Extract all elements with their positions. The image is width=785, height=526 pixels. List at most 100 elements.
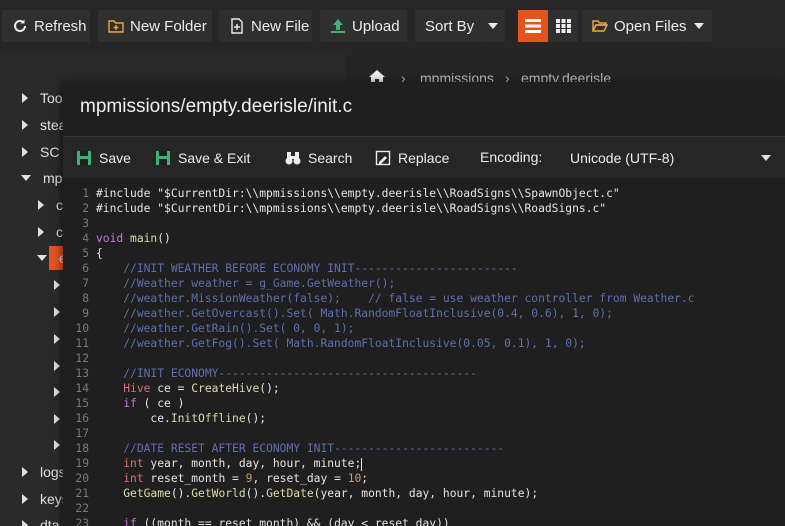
chevron-right-icon: [38, 227, 44, 237]
refresh-button[interactable]: Refresh: [2, 10, 90, 42]
new-file-button[interactable]: New File: [219, 10, 312, 42]
chevron-right-icon: [38, 200, 44, 210]
editor-modal: mpmissions/empty.deerisle/init.c Save Sa…: [63, 82, 785, 526]
code-line[interactable]: 5{: [63, 246, 785, 261]
code-line[interactable]: 17: [63, 426, 785, 441]
code-line[interactable]: 20 int reset_month = 9, reset_day = 10;: [63, 471, 785, 486]
open-files-button[interactable]: Open Files: [582, 10, 687, 42]
folder-open-icon: [592, 18, 608, 34]
sort-by-button[interactable]: Sort By: [415, 10, 481, 42]
refresh-label: Refresh: [34, 17, 87, 35]
new-folder-label: New Folder: [130, 17, 207, 35]
code-line[interactable]: 6 //INIT WEATHER BEFORE ECONOMY INIT----…: [63, 261, 785, 276]
line-number: 7: [82, 277, 89, 290]
code-line[interactable]: 23 if ((month == reset_month) && (day < …: [63, 516, 785, 526]
top-toolbar: Refresh New Folder New File Upload Sort …: [0, 0, 785, 52]
code-editor[interactable]: 1 #include "$CurrentDir:\\mpmissions\\emp…: [63, 186, 785, 526]
new-file-label: New File: [251, 17, 310, 35]
line-text: {: [96, 247, 103, 260]
tree-item[interactable]: logs: [22, 462, 66, 482]
encoding-select[interactable]: Unicode (UTF-8): [563, 143, 779, 173]
line-number: 17: [75, 427, 89, 440]
line-number: 22: [75, 502, 89, 515]
line-number: 8: [82, 292, 89, 305]
line-number: 6: [82, 262, 89, 275]
chevron-right-icon: [54, 414, 60, 424]
chevron-right-icon: [54, 440, 60, 450]
chevron-right-icon: [22, 494, 28, 504]
line-text: //weather.MissionWeather(false); // fals…: [123, 292, 695, 305]
encoding-value: Unicode (UTF-8): [570, 150, 675, 166]
binoculars-icon: [285, 150, 301, 166]
line-text: #include "$CurrentDir:\\mpmissions\\empt…: [96, 202, 607, 215]
chevron-right-icon: [54, 307, 60, 317]
chevron-right-icon: [22, 120, 28, 130]
save-icon: [155, 150, 171, 166]
save-icon: [76, 150, 92, 166]
line-text: int year, month, day, hour, minute;: [123, 457, 363, 471]
open-files-label: Open Files: [614, 17, 687, 35]
tree-item[interactable]: stea: [22, 115, 66, 135]
folder-plus-icon: [108, 18, 124, 34]
upload-button[interactable]: Upload: [320, 10, 407, 42]
code-line[interactable]: 7 //Weather weather = g_Game.GetWeather(…: [63, 276, 785, 291]
code-line[interactable]: 11 //weather.GetFog().Set( Math.RandomFl…: [63, 336, 785, 351]
line-text: //Weather weather = g_Game.GetWeather();: [123, 277, 396, 290]
code-line[interactable]: 2 #include "$CurrentDir:\\mpmissions\\emp…: [63, 201, 785, 216]
open-files-dropdown[interactable]: [686, 10, 712, 42]
new-folder-button[interactable]: New Folder: [98, 10, 212, 42]
line-text: //weather.GetOvercast().Set( Math.Random…: [123, 307, 613, 320]
code-line[interactable]: 12: [63, 351, 785, 366]
line-number: 14: [75, 382, 89, 395]
code-line[interactable]: 8 //weather.MissionWeather(false); // fa…: [63, 291, 785, 306]
tree-item-label: c: [56, 224, 63, 240]
tree-item[interactable]: c: [38, 222, 63, 242]
replace-label: Replace: [398, 150, 450, 166]
code-line[interactable]: 19 int year, month, day, hour, minute;: [63, 456, 785, 471]
line-number: 15: [75, 397, 89, 410]
line-number: 20: [75, 472, 89, 485]
replace-button[interactable]: Replace: [375, 146, 449, 170]
chevron-right-icon: [54, 387, 60, 397]
code-line[interactable]: 1 #include "$CurrentDir:\\mpmissions\\emp…: [63, 186, 785, 201]
code-line[interactable]: 16 ce.InitOffline();: [63, 411, 785, 426]
sort-by-dropdown[interactable]: [481, 10, 505, 42]
line-number: 18: [75, 442, 89, 455]
code-line[interactable]: 21 GetGame().GetWorld().GetDate(year, mo…: [63, 486, 785, 501]
code-line[interactable]: 3: [63, 216, 785, 231]
line-text: //INIT ECONOMY--------------------------…: [123, 367, 477, 380]
code-line[interactable]: 9 //weather.GetOvercast().Set( Math.Rand…: [63, 306, 785, 321]
tree-item[interactable]: dta: [22, 515, 59, 526]
save-button[interactable]: Save: [76, 146, 131, 170]
tree-item-label: SC: [40, 144, 60, 160]
code-line[interactable]: 18 //DATE RESET AFTER ECONOMY INIT------…: [63, 441, 785, 456]
search-button[interactable]: Search: [285, 146, 352, 170]
tree-item[interactable]: keys: [22, 489, 69, 509]
save-and-exit-button[interactable]: Save & Exit: [155, 146, 250, 170]
grid-icon: [555, 19, 571, 33]
code-line[interactable]: 22: [63, 501, 785, 516]
tree-item[interactable]: SC: [22, 142, 59, 162]
tree-item[interactable]: Too: [22, 88, 63, 108]
code-line[interactable]: 4 void main(): [63, 231, 785, 246]
upload-label[interactable]: Upload: [352, 18, 400, 35]
code-line[interactable]: 13 //INIT ECONOMY-----------------------…: [63, 366, 785, 381]
chevron-down-icon: [37, 255, 47, 261]
grid-view-button[interactable]: [548, 10, 578, 42]
chevron-right-icon: [22, 147, 28, 157]
line-number: 12: [75, 352, 89, 365]
line-text: ce.InitOffline();: [96, 412, 267, 425]
chevron-down-icon: [761, 155, 771, 161]
code-line[interactable]: 15 if ( ce ): [63, 396, 785, 411]
line-text: //DATE RESET AFTER ECONOMY INIT---------…: [123, 442, 505, 455]
save-label: Save: [99, 150, 131, 166]
line-number: 4: [82, 232, 89, 245]
line-number: 13: [75, 367, 89, 380]
tree-item[interactable]: mp: [21, 168, 62, 188]
line-text: #include "$CurrentDir:\\mpmissions\\empt…: [96, 187, 620, 200]
tree-item[interactable]: c: [38, 195, 63, 215]
list-view-button[interactable]: [518, 10, 548, 42]
code-line[interactable]: 14 Hive ce = CreateHive();: [63, 381, 785, 396]
file-plus-icon: [229, 18, 245, 34]
code-line[interactable]: 10 //weather.GetRain().Set( 0, 0, 1);: [63, 321, 785, 336]
